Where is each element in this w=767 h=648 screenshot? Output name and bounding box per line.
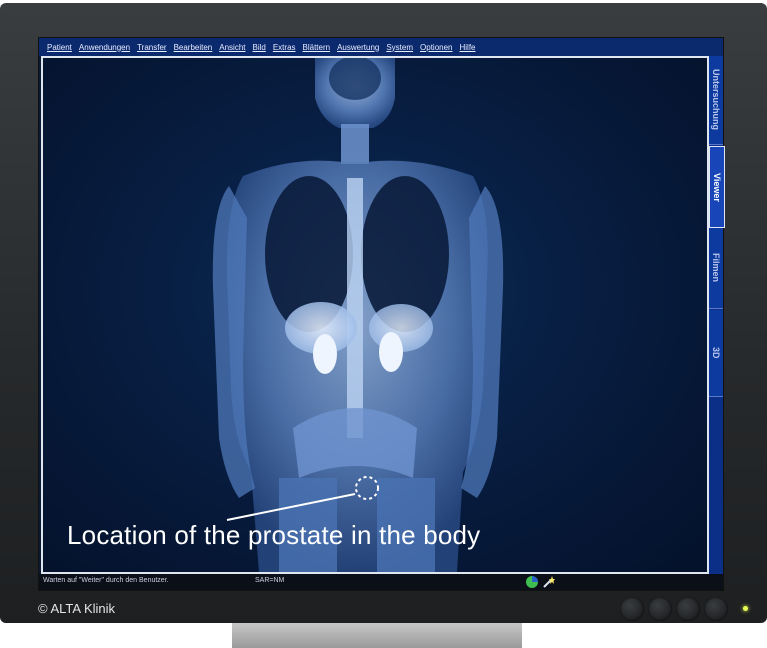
progress-pie-icon[interactable] [525,575,539,589]
tab-filmen[interactable]: Filmen [709,228,723,309]
menu-hilfe[interactable]: Hilfe [459,43,475,52]
monitor-button[interactable] [676,597,700,621]
menu-ansicht[interactable]: Ansicht [219,43,245,52]
monitor-button[interactable] [648,597,672,621]
mri-body-scan [212,58,504,572]
monitor-button[interactable] [620,597,644,621]
status-message: Warten auf "Weiter" durch den Benutzer. [43,577,169,584]
tab-viewer[interactable]: Viewer [709,146,725,228]
menu-blaettern[interactable]: Blättern [303,43,331,52]
menu-anwendungen[interactable]: Anwendungen [79,43,130,52]
menu-bild[interactable]: Bild [253,43,266,52]
menu-system[interactable]: System [386,43,413,52]
menu-patient[interactable]: Patient [47,43,72,52]
monitor-buttons [620,597,728,621]
monitor-bezel: Patient Anwendungen Transfer Bearbeiten … [0,3,767,623]
menu-optionen[interactable]: Optionen [420,43,452,52]
mri-viewer[interactable]: Location of the prostate in the body [41,56,709,574]
monitor-stand [232,622,522,648]
caption: Location of the prostate in the body [67,520,481,550]
monitor-screen: Patient Anwendungen Transfer Bearbeiten … [38,37,725,591]
tab-3d[interactable]: 3D [709,310,723,397]
menu-bar: Patient Anwendungen Transfer Bearbeiten … [39,38,723,56]
magic-wand-icon[interactable] [542,575,556,589]
menu-extras[interactable]: Extras [273,43,296,52]
status-bar: Warten auf "Weiter" durch den Benutzer. … [39,574,723,590]
side-tab-bar: Untersuchung Viewer Filmen 3D [709,56,725,574]
monitor-button[interactable] [704,597,728,621]
menu-auswertung[interactable]: Auswertung [337,43,379,52]
menu-transfer[interactable]: Transfer [137,43,167,52]
power-led-icon [743,606,748,611]
menu-bearbeiten[interactable]: Bearbeiten [174,43,213,52]
copyright-label: © ALTA Klinik [38,601,116,616]
tab-untersuchung[interactable]: Untersuchung [709,56,723,145]
status-sar: SAR=NM [255,577,285,584]
